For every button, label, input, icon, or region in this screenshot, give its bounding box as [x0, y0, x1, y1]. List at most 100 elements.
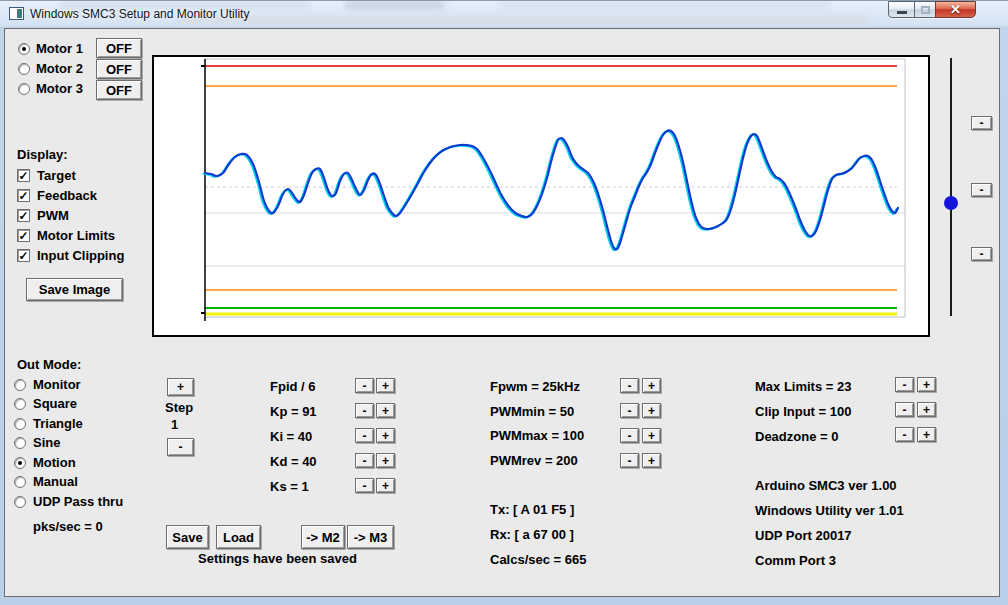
maxlimits-minus-button[interactable]: -: [895, 377, 914, 392]
info-windows-ver: Windows Utility ver 1.01: [755, 503, 904, 518]
label-monitor: Monitor: [33, 377, 81, 392]
glass-smudge: [180, 15, 870, 24]
pwmmax-minus-button[interactable]: -: [620, 428, 639, 443]
pid-label-fpid: Fpid / 6: [270, 379, 316, 394]
out-mode-heading: Out Mode:: [17, 357, 81, 372]
radio-triangle[interactable]: [14, 418, 26, 430]
clipinput-minus-button[interactable]: -: [895, 402, 914, 417]
application-window: Windows SMC3 Setup and Monitor Utility ✕…: [0, 0, 1008, 605]
radio-sine[interactable]: [14, 437, 26, 449]
pwmrev-plus-button[interactable]: +: [642, 453, 661, 468]
status-message: Settings have been saved: [198, 551, 357, 566]
pwmmax-plus-button[interactable]: +: [642, 428, 661, 443]
checkbox-motor-limits[interactable]: ✓: [17, 229, 30, 242]
save-button[interactable]: Save: [166, 525, 209, 549]
checkbox-pwm[interactable]: ✓: [17, 209, 30, 222]
slider-thumb[interactable]: [944, 196, 958, 210]
pid-label-ki: Ki = 40: [270, 429, 312, 444]
maximize-icon: [921, 6, 930, 14]
radio-motor-3[interactable]: [18, 83, 30, 95]
slider-button-middle[interactable]: -: [971, 183, 992, 197]
kd-minus-button[interactable]: -: [355, 453, 374, 468]
slider-button-bottom[interactable]: -: [971, 247, 992, 261]
pwm-label-pwmrev: PWMrev = 200: [490, 453, 578, 468]
glass-smudge: [500, 1, 830, 7]
slider-track[interactable]: [950, 58, 952, 316]
checkbox-target[interactable]: ✓: [17, 169, 30, 182]
minimize-icon: [897, 11, 907, 14]
save-image-button[interactable]: Save Image: [26, 278, 123, 301]
radio-motor-1[interactable]: [18, 43, 30, 55]
label-input-clipping: Input Clipping: [37, 248, 124, 263]
pwm-label-fpwm: Fpwm = 25kHz: [490, 379, 580, 394]
fpwm-minus-button[interactable]: -: [620, 378, 639, 393]
motor-3-off-button[interactable]: OFF: [96, 80, 142, 100]
maxlimits-plus-button[interactable]: +: [917, 377, 936, 392]
limits-label-max: Max Limits = 23: [755, 379, 851, 394]
fpid-minus-button[interactable]: -: [355, 378, 374, 393]
ki-minus-button[interactable]: -: [355, 428, 374, 443]
label-udp-pass-thru: UDP Pass thru: [33, 494, 123, 509]
maximize-button[interactable]: [914, 1, 936, 18]
close-icon: ✕: [950, 2, 961, 17]
pks-per-sec: pks/sec = 0: [33, 519, 103, 534]
kd-plus-button[interactable]: +: [376, 453, 395, 468]
radio-motor-2[interactable]: [18, 63, 30, 75]
radio-motion[interactable]: [14, 457, 26, 469]
pid-label-kd: Kd = 40: [270, 454, 317, 469]
label-triangle: Triangle: [33, 416, 83, 431]
to-m2-button[interactable]: -> M2: [301, 525, 345, 549]
slider-button-top[interactable]: -: [971, 116, 992, 130]
pwmmin-plus-button[interactable]: +: [642, 403, 661, 418]
radio-manual[interactable]: [14, 476, 26, 488]
fpid-plus-button[interactable]: +: [376, 378, 395, 393]
clipinput-plus-button[interactable]: +: [917, 402, 936, 417]
pid-label-ks: Ks = 1: [270, 479, 309, 494]
radio-square[interactable]: [14, 398, 26, 410]
pwmrev-minus-button[interactable]: -: [620, 453, 639, 468]
load-button[interactable]: Load: [216, 525, 261, 549]
limits-label-clip: Clip Input = 100: [755, 404, 851, 419]
pwmmin-minus-button[interactable]: -: [620, 403, 639, 418]
to-m3-button[interactable]: -> M3: [347, 525, 394, 549]
checkbox-feedback[interactable]: ✓: [17, 189, 30, 202]
step-plus-button[interactable]: +: [167, 378, 194, 396]
checkbox-input-clipping[interactable]: ✓: [17, 249, 30, 262]
minimize-button[interactable]: [888, 1, 915, 18]
label-motor-limits: Motor Limits: [37, 228, 115, 243]
pwm-label-pwmmin: PWMmin = 50: [490, 404, 574, 419]
oscilloscope-chart: [152, 55, 930, 337]
label-target: Target: [37, 168, 76, 183]
radio-udp-pass-thru[interactable]: [14, 496, 26, 508]
info-comm-port: Comm Port 3: [755, 553, 836, 568]
calcs-readout: Calcs/sec = 665: [490, 552, 587, 567]
kp-minus-button[interactable]: -: [355, 403, 374, 418]
title-bar[interactable]: Windows SMC3 Setup and Monitor Utility ✕: [0, 0, 1008, 28]
motor-2-off-button[interactable]: OFF: [96, 59, 142, 79]
label-square: Square: [33, 396, 77, 411]
fpwm-plus-button[interactable]: +: [642, 378, 661, 393]
deadzone-minus-button[interactable]: -: [895, 427, 914, 442]
pid-label-kp: Kp = 91: [270, 404, 317, 419]
ki-plus-button[interactable]: +: [376, 428, 395, 443]
deadzone-plus-button[interactable]: +: [917, 427, 936, 442]
glass-smudge: [345, 1, 445, 9]
label-motor-1: Motor 1: [36, 41, 83, 56]
close-button[interactable]: ✕: [935, 1, 976, 18]
radio-monitor[interactable]: [14, 379, 26, 391]
label-motor-2: Motor 2: [36, 61, 83, 76]
step-minus-button[interactable]: -: [167, 438, 194, 456]
step-value: 1: [171, 417, 178, 432]
motor-1-off-button[interactable]: OFF: [96, 38, 142, 58]
window-title: Windows SMC3 Setup and Monitor Utility: [30, 7, 249, 21]
display-heading: Display:: [17, 147, 68, 162]
step-label: Step: [165, 400, 193, 415]
ks-minus-button[interactable]: -: [355, 478, 374, 493]
info-arduino-ver: Arduino SMC3 ver 1.00: [755, 478, 897, 493]
pwm-label-pwmmax: PWMmax = 100: [490, 428, 584, 443]
app-icon: [9, 7, 24, 20]
ks-plus-button[interactable]: +: [376, 478, 395, 493]
limits-label-deadzone: Deadzone = 0: [755, 429, 838, 444]
kp-plus-button[interactable]: +: [376, 403, 395, 418]
label-sine: Sine: [33, 435, 60, 450]
